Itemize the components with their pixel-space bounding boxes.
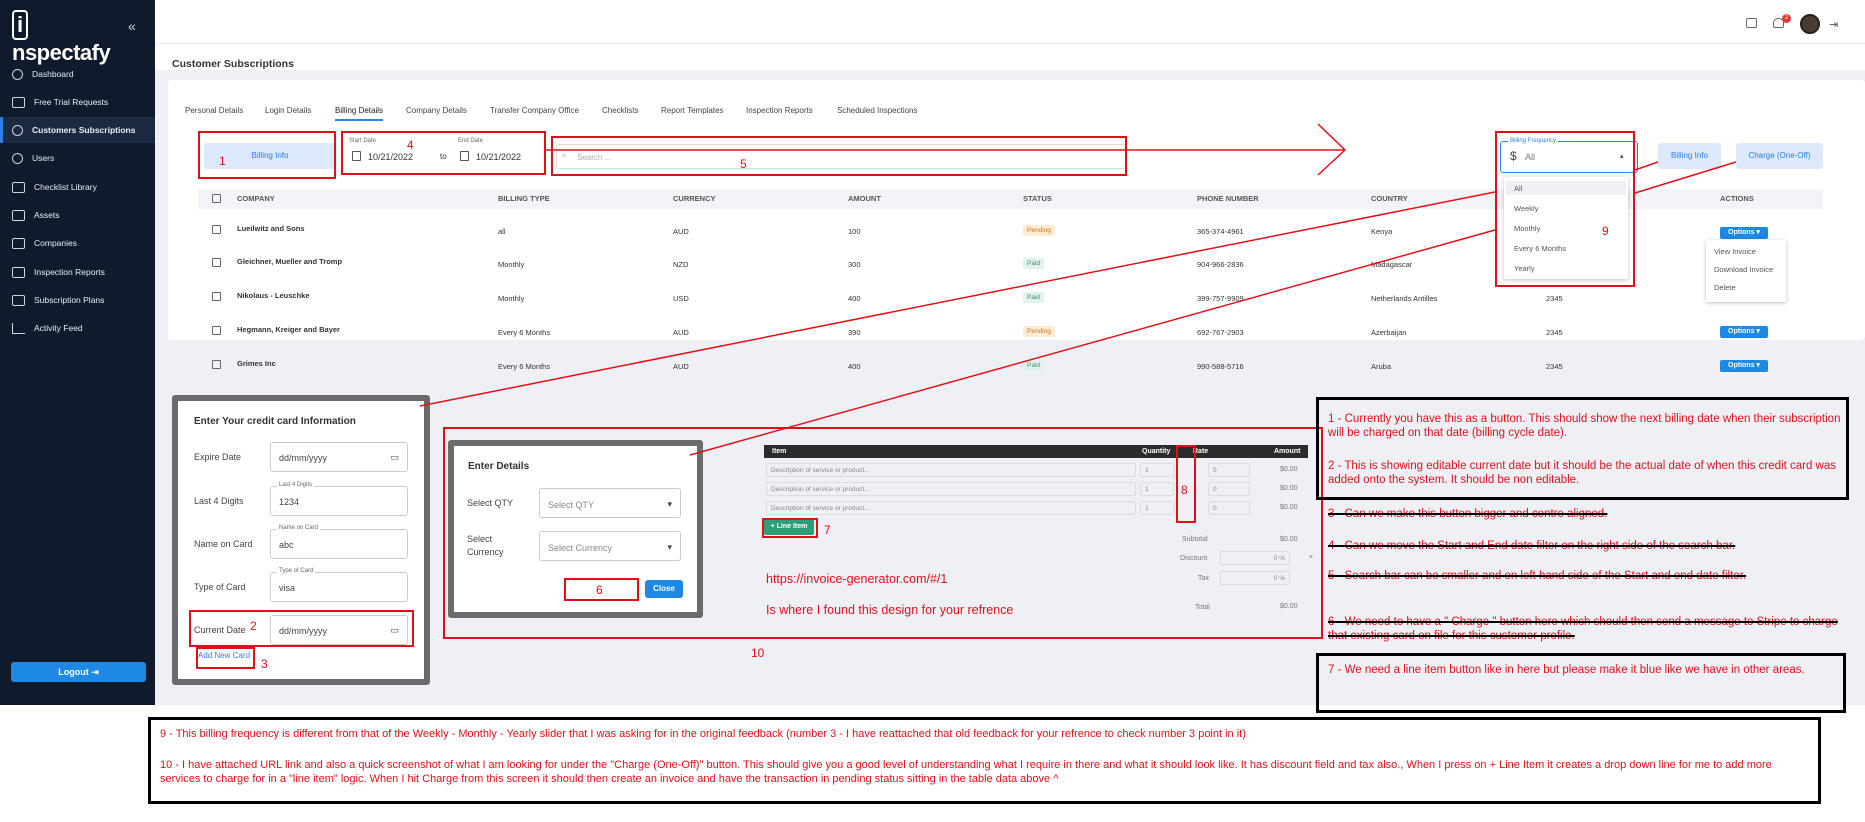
note-5: 5 - Search bar can be smaller and on lef… (1328, 570, 1747, 582)
note-9: 9 - This billing frequency is different … (160, 728, 1246, 740)
note-4: 4 - Can we move the Start and End date f… (1328, 540, 1736, 552)
note-1: 1 - Currently you have this as a button.… (1328, 413, 1841, 439)
note-6: 6 - We need to have a " Charge " button … (1328, 616, 1838, 642)
note-10: 10 - I have attached URL link and also a… (160, 759, 1772, 785)
note-2: 2 - This is showing editable current dat… (1328, 460, 1836, 486)
note-7: 7 - We need a line item button like in h… (1328, 664, 1805, 676)
note-3: 3 - Can we make this button bigger and c… (1328, 508, 1608, 520)
note-box-7 (1316, 653, 1846, 713)
